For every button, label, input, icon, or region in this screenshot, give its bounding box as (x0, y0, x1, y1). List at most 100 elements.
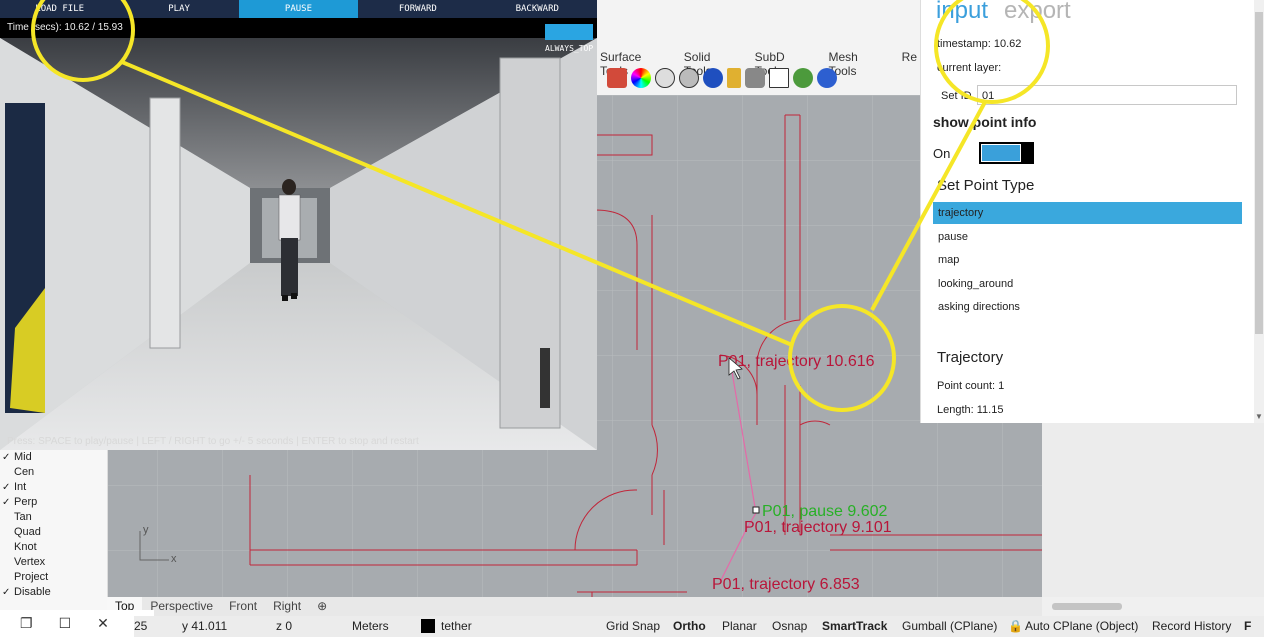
tab-export[interactable]: export (1004, 0, 1071, 25)
load-file-button[interactable]: LOAD FILE (0, 0, 119, 18)
time-readout: Time (secs): 10.62 / 15.93 (0, 18, 597, 38)
lock-icon: 🔒 (1008, 619, 1023, 633)
help-icon[interactable] (817, 68, 837, 88)
point-label-1: P01, trajectory 10.616 (718, 353, 875, 370)
snap-disable[interactable]: ✓ Disable (0, 585, 107, 600)
video-player-window: LOAD FILE PLAY PAUSE FORWARD BACKWARD Ti… (0, 0, 597, 450)
current-layer[interactable]: tether (441, 619, 472, 633)
status-bar: 25 y 41.011 z 0 Meters tether Grid Snap … (134, 616, 1264, 637)
play-button[interactable]: PLAY (119, 0, 238, 18)
tab-input[interactable]: input (936, 0, 988, 25)
planar-toggle[interactable]: Planar (722, 619, 757, 633)
tab-subd-tools[interactable]: SubD Tools (752, 48, 812, 78)
point-type-asking-directions[interactable]: asking directions (933, 296, 1242, 318)
tab-front[interactable]: Front (221, 597, 265, 616)
globe-icon[interactable] (793, 68, 813, 88)
dimension-icon[interactable] (769, 68, 789, 88)
checkmark-icon[interactable]: ✓ (2, 585, 11, 600)
window-controls: ❐ ☐ ✕ (0, 610, 154, 637)
snap-quad[interactable]: Quad (0, 525, 107, 540)
osnap-panel: ✓ Mid Cen ✓ Int ✓ Perp Tan Quad Knot Vertex… (0, 450, 108, 610)
osnap-toggle[interactable]: Osnap (772, 619, 807, 633)
extrude-icon[interactable] (607, 68, 627, 88)
add-viewport-icon[interactable]: ⊕ (309, 597, 335, 616)
keyboard-hint: Press: SPACE to play/pause | LEFT / RIGH… (7, 436, 419, 447)
units[interactable]: Meters (352, 619, 389, 633)
tab-perspective[interactable]: Perspective (142, 597, 221, 616)
properties-icon[interactable] (727, 68, 741, 88)
horizontal-scrollbar[interactable] (1052, 603, 1122, 610)
snap-mid[interactable]: ✓ Mid (0, 450, 107, 465)
scroll-down-icon[interactable]: ▼ (1255, 412, 1263, 421)
tab-mesh-tools[interactable]: Mesh Tools (825, 48, 884, 78)
viewport-tabs: Top Perspective Front Right ⊕ (107, 597, 1042, 616)
color-wheel-icon[interactable] (631, 68, 651, 88)
point-type-looking-around[interactable]: looking_around (933, 273, 1242, 295)
filter-toggle[interactable]: F (1244, 619, 1251, 633)
coord-x: 25 (134, 619, 148, 633)
snap-perp[interactable]: ✓ Perp (0, 495, 107, 510)
panel-scrollbar[interactable]: ▼ (1254, 0, 1264, 423)
wireframe-sphere-icon[interactable] (655, 68, 675, 88)
corridor-video-frame (0, 38, 597, 450)
shaded-sphere-icon[interactable] (679, 68, 699, 88)
timestamp-label: timestamp: 10.62 (937, 38, 1022, 50)
axis-y-label: y (143, 524, 149, 536)
tab-render-tools[interactable]: Re (899, 48, 920, 68)
coord-y: y 41.011 (182, 619, 228, 633)
snap-knot[interactable]: Knot (0, 540, 107, 555)
walking-person (278, 194, 301, 241)
snap-cen[interactable]: Cen (0, 465, 107, 480)
pause-button[interactable]: PAUSE (238, 0, 359, 18)
rhino-toolbar: Surface Tools Solid Tools SubD Tools Mes… (597, 0, 920, 96)
show-point-info-heading: show point info (933, 114, 1037, 130)
maximize-icon[interactable]: ☐ (59, 615, 72, 632)
checkmark-icon[interactable]: ✓ (2, 480, 11, 495)
set-point-type-heading: Set Point Type (937, 177, 1035, 194)
tool-icon-row (607, 68, 837, 88)
close-icon[interactable]: ✕ (97, 615, 109, 632)
pause-point-marker (752, 506, 760, 514)
trajectory-heading: Trajectory (937, 349, 1004, 366)
player-menu-bar: LOAD FILE PLAY PAUSE FORWARD BACKWARD (0, 0, 597, 18)
scrollbar-thumb[interactable] (1255, 12, 1263, 334)
snap-vertex[interactable]: Vertex (0, 555, 107, 570)
gumball-toggle[interactable]: Gumball (CPlane) (902, 619, 997, 633)
always-top-toggle[interactable] (545, 24, 593, 40)
snap-tan[interactable]: Tan (0, 510, 107, 525)
snap-int[interactable]: ✓ Int (0, 480, 107, 495)
snap-project[interactable]: Project (0, 570, 107, 585)
tab-surface-tools[interactable]: Surface Tools (597, 48, 667, 78)
set-id-label: Set ID (941, 90, 972, 102)
annotation-panel: input export timestamp: 10.62 current la… (920, 0, 1264, 423)
current-layer-label: current layer: (937, 62, 1002, 74)
toggle-fill (981, 144, 1021, 162)
set-id-input[interactable]: 01 (977, 85, 1237, 105)
checkmark-icon[interactable]: ✓ (2, 495, 11, 510)
forward-button[interactable]: FORWARD (358, 0, 477, 18)
tab-solid-tools[interactable]: Solid Tools (681, 48, 738, 78)
show-point-info-toggle[interactable] (979, 142, 1034, 164)
point-label-4: P01, trajectory 6.853 (712, 576, 860, 593)
ortho-toggle[interactable]: Ortho (673, 619, 706, 633)
settings-gear-icon[interactable] (745, 68, 765, 88)
backward-button[interactable]: BACKWARD (478, 0, 597, 18)
rendered-sphere-icon[interactable] (703, 68, 723, 88)
axis-x-label: x (171, 553, 177, 565)
tab-right[interactable]: Right (265, 597, 309, 616)
restore-icon[interactable]: ❐ (20, 615, 33, 632)
toolbar-tabs: Surface Tools Solid Tools SubD Tools Mes… (597, 48, 920, 78)
always-top-label: ALWAYS_TOP (545, 44, 594, 53)
point-type-pause[interactable]: pause (933, 226, 1242, 248)
point-type-map[interactable]: map (933, 249, 1242, 271)
auto-cplane-toggle[interactable]: Auto CPlane (Object) (1025, 619, 1138, 633)
coord-z: z 0 (276, 619, 293, 633)
point-count: Point count: 1 (937, 380, 1005, 392)
grid-snap-toggle[interactable]: Grid Snap (606, 619, 660, 633)
point-label-3: P01, trajectory 9.101 (744, 519, 892, 536)
smarttrack-toggle[interactable]: SmartTrack (822, 619, 887, 633)
layer-color-swatch[interactable] (421, 619, 435, 633)
record-history-toggle[interactable]: Record History (1152, 619, 1231, 633)
point-type-trajectory[interactable]: trajectory (933, 202, 1242, 224)
checkmark-icon[interactable]: ✓ (2, 450, 11, 465)
